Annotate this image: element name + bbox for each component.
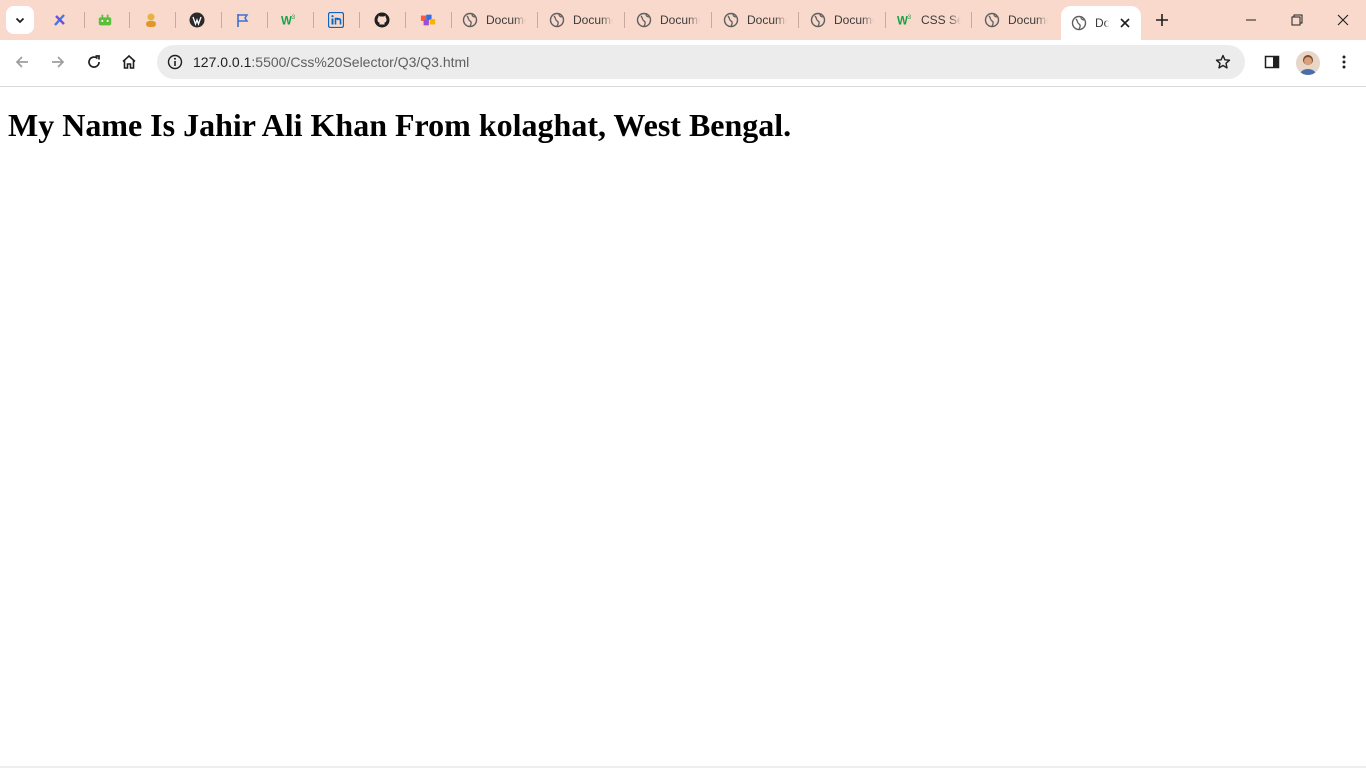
tab-title: CSS Selectors — [921, 13, 961, 27]
profile-avatar[interactable] — [1296, 51, 1320, 75]
globe-icon — [636, 12, 652, 28]
tab-separator — [221, 12, 222, 28]
globe-icon — [1071, 15, 1087, 31]
linkedin-icon — [328, 12, 344, 28]
tab-16[interactable]: Document — [984, 0, 1048, 40]
tab-title: Document — [573, 13, 613, 27]
browser-toolbar: 127.0.0.1:5500/Css%20Selector/Q3/Q3.html — [0, 40, 1366, 87]
colorful-blocks-icon — [420, 12, 436, 28]
tab-separator — [711, 12, 712, 28]
minimize-icon — [1246, 19, 1256, 21]
menu-button[interactable] — [1329, 47, 1359, 77]
flag-icon — [235, 12, 251, 28]
tab-title: Document — [1008, 13, 1048, 27]
tab-10[interactable]: Document — [462, 0, 526, 40]
w3schools-icon: W3 — [897, 12, 913, 28]
chevron-down-icon — [15, 17, 25, 24]
close-icon — [1337, 14, 1349, 26]
site-info-button[interactable] — [163, 50, 187, 74]
wordpress-icon — [189, 12, 205, 28]
tab-6[interactable]: W3 — [281, 0, 297, 40]
globe-icon — [984, 12, 1000, 28]
reload-icon — [88, 55, 100, 68]
url-text[interactable]: 127.0.0.1:5500/Css%20Selector/Q3/Q3.html — [193, 54, 469, 70]
tab-separator — [129, 12, 130, 28]
page-heading: My Name Is Jahir Ali Khan From kolaghat,… — [8, 107, 792, 143]
minimize-button[interactable] — [1228, 0, 1274, 40]
tab-9[interactable] — [420, 0, 436, 40]
home-icon — [122, 54, 136, 69]
address-bar[interactable]: 127.0.0.1:5500/Css%20Selector/Q3/Q3.html — [157, 45, 1245, 79]
close-tab-button[interactable] — [1117, 15, 1133, 31]
tab-7[interactable] — [328, 0, 344, 40]
forward-button[interactable] — [43, 47, 73, 77]
reload-button[interactable] — [79, 47, 109, 77]
character-icon — [143, 12, 159, 28]
tab-title: Document — [1095, 16, 1109, 30]
tab-strip: W3 Document Document — [0, 0, 1366, 40]
tab-separator — [537, 12, 538, 28]
side-panel-button[interactable] — [1257, 47, 1287, 77]
svg-text:W: W — [281, 15, 292, 27]
star-icon — [1215, 54, 1231, 69]
tab-separator — [175, 12, 176, 28]
plus-icon — [1156, 14, 1168, 26]
svg-text:3: 3 — [292, 14, 296, 21]
arrow-right-icon — [52, 56, 65, 68]
more-vertical-icon — [1342, 55, 1346, 69]
tab-separator — [313, 12, 314, 28]
github-icon — [374, 12, 390, 28]
restore-icon — [1291, 14, 1303, 26]
tab-3[interactable] — [143, 0, 159, 40]
home-button[interactable] — [114, 47, 144, 77]
close-window-button[interactable] — [1320, 0, 1366, 40]
tab-8[interactable] — [374, 0, 390, 40]
info-icon — [167, 54, 183, 70]
tab-separator — [885, 12, 886, 28]
svg-text:W: W — [897, 15, 908, 27]
globe-icon — [549, 12, 565, 28]
back-button[interactable] — [7, 47, 37, 77]
tab-title: Document — [834, 13, 874, 27]
tab-separator — [624, 12, 625, 28]
tab-title: Document — [747, 13, 787, 27]
tab-15[interactable]: W3 CSS Selectors — [897, 0, 961, 40]
tab-11[interactable]: Document — [549, 0, 613, 40]
tab-1[interactable] — [52, 0, 68, 40]
arrow-left-icon — [15, 56, 28, 68]
tab-separator — [798, 12, 799, 28]
tab-5[interactable] — [235, 0, 251, 40]
pen-tool-icon — [52, 12, 68, 28]
tab-separator — [359, 12, 360, 28]
w3schools-icon: W3 — [281, 12, 297, 28]
tab-search-button[interactable] — [6, 6, 34, 34]
tab-separator — [451, 12, 452, 28]
tab-separator — [405, 12, 406, 28]
tab-13[interactable]: Document — [723, 0, 787, 40]
tab-title: Document — [486, 13, 526, 27]
android-robot-icon — [97, 12, 113, 28]
restore-button[interactable] — [1274, 0, 1320, 40]
tab-2[interactable] — [97, 0, 113, 40]
tab-separator — [84, 12, 85, 28]
globe-icon — [462, 12, 478, 28]
bookmark-button[interactable] — [1213, 52, 1233, 72]
tab-active[interactable]: Document — [1061, 6, 1141, 40]
url-host: 127.0.0.1 — [193, 54, 252, 70]
page-content: My Name Is Jahir Ali Khan From kolaghat,… — [0, 87, 1366, 768]
tab-4[interactable] — [189, 0, 205, 40]
new-tab-button[interactable] — [1148, 6, 1176, 34]
svg-text:3: 3 — [908, 14, 912, 21]
close-icon — [1120, 18, 1130, 28]
tab-title: Document — [660, 13, 700, 27]
tab-14[interactable]: Document — [810, 0, 874, 40]
tab-12[interactable]: Document — [636, 0, 700, 40]
tab-separator — [267, 12, 268, 28]
avatar-icon — [1300, 55, 1316, 75]
globe-icon — [810, 12, 826, 28]
tab-separator — [971, 12, 972, 28]
globe-icon — [723, 12, 739, 28]
url-path: :5500/Css%20Selector/Q3/Q3.html — [251, 54, 470, 70]
side-panel-icon — [1264, 55, 1280, 69]
